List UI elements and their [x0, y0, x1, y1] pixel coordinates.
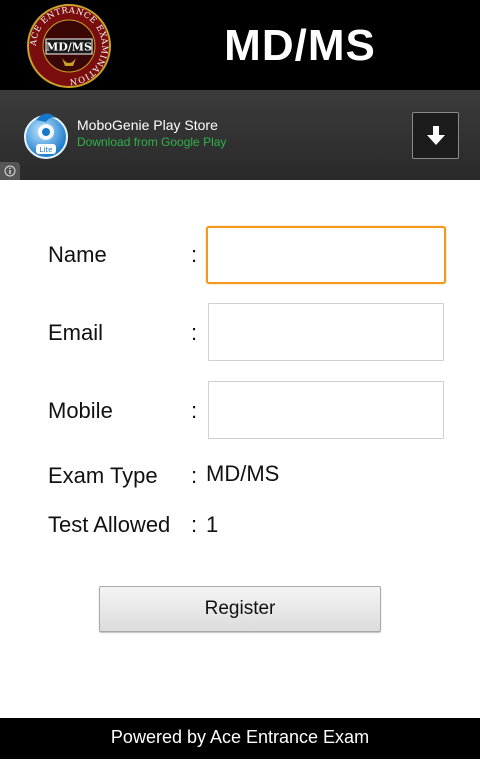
info-icon — [4, 165, 16, 177]
ace-logo: ACE ENTRANCE EXAMINATION MD/MS — [27, 4, 111, 88]
ad-info-button[interactable] — [0, 162, 20, 180]
mobile-label: Mobile — [48, 398, 113, 423]
footer: Powered by Ace Entrance Exam — [0, 718, 480, 759]
exam-type-label: Exam Type — [48, 463, 158, 488]
mobile-input[interactable] — [208, 381, 444, 439]
ad-download-button[interactable] — [412, 112, 459, 159]
app-header: ACE ENTRANCE EXAMINATION MD/MS MD/MS — [0, 0, 480, 90]
ad-subtitle: Download from Google Play — [77, 135, 227, 149]
ad-title: MoboGenie Play Store — [77, 117, 218, 133]
mobogenie-app-icon: Lite — [24, 113, 68, 159]
email-colon: : — [191, 320, 198, 345]
name-label: Name — [48, 242, 107, 267]
exam-type-value: MD/MS — [206, 461, 280, 486]
download-arrow-icon — [427, 126, 445, 145]
test-allowed-value: 1 — [206, 512, 219, 537]
exam-type-colon: : — [191, 463, 198, 488]
app-title: MD/MS — [224, 21, 376, 70]
mobile-colon: : — [191, 398, 198, 423]
svg-text:MD/MS: MD/MS — [46, 41, 92, 54]
svg-text:Lite: Lite — [40, 146, 53, 154]
name-input[interactable] — [206, 226, 446, 284]
test-allowed-colon: : — [191, 512, 198, 537]
test-allowed-label: Test Allowed — [48, 512, 171, 537]
email-label: Email — [48, 320, 104, 345]
ad-banner[interactable]: Lite MoboGenie Play Store Download from … — [0, 90, 480, 180]
name-colon: : — [191, 242, 198, 267]
register-button[interactable]: Register — [99, 586, 381, 632]
email-input[interactable] — [208, 303, 444, 361]
